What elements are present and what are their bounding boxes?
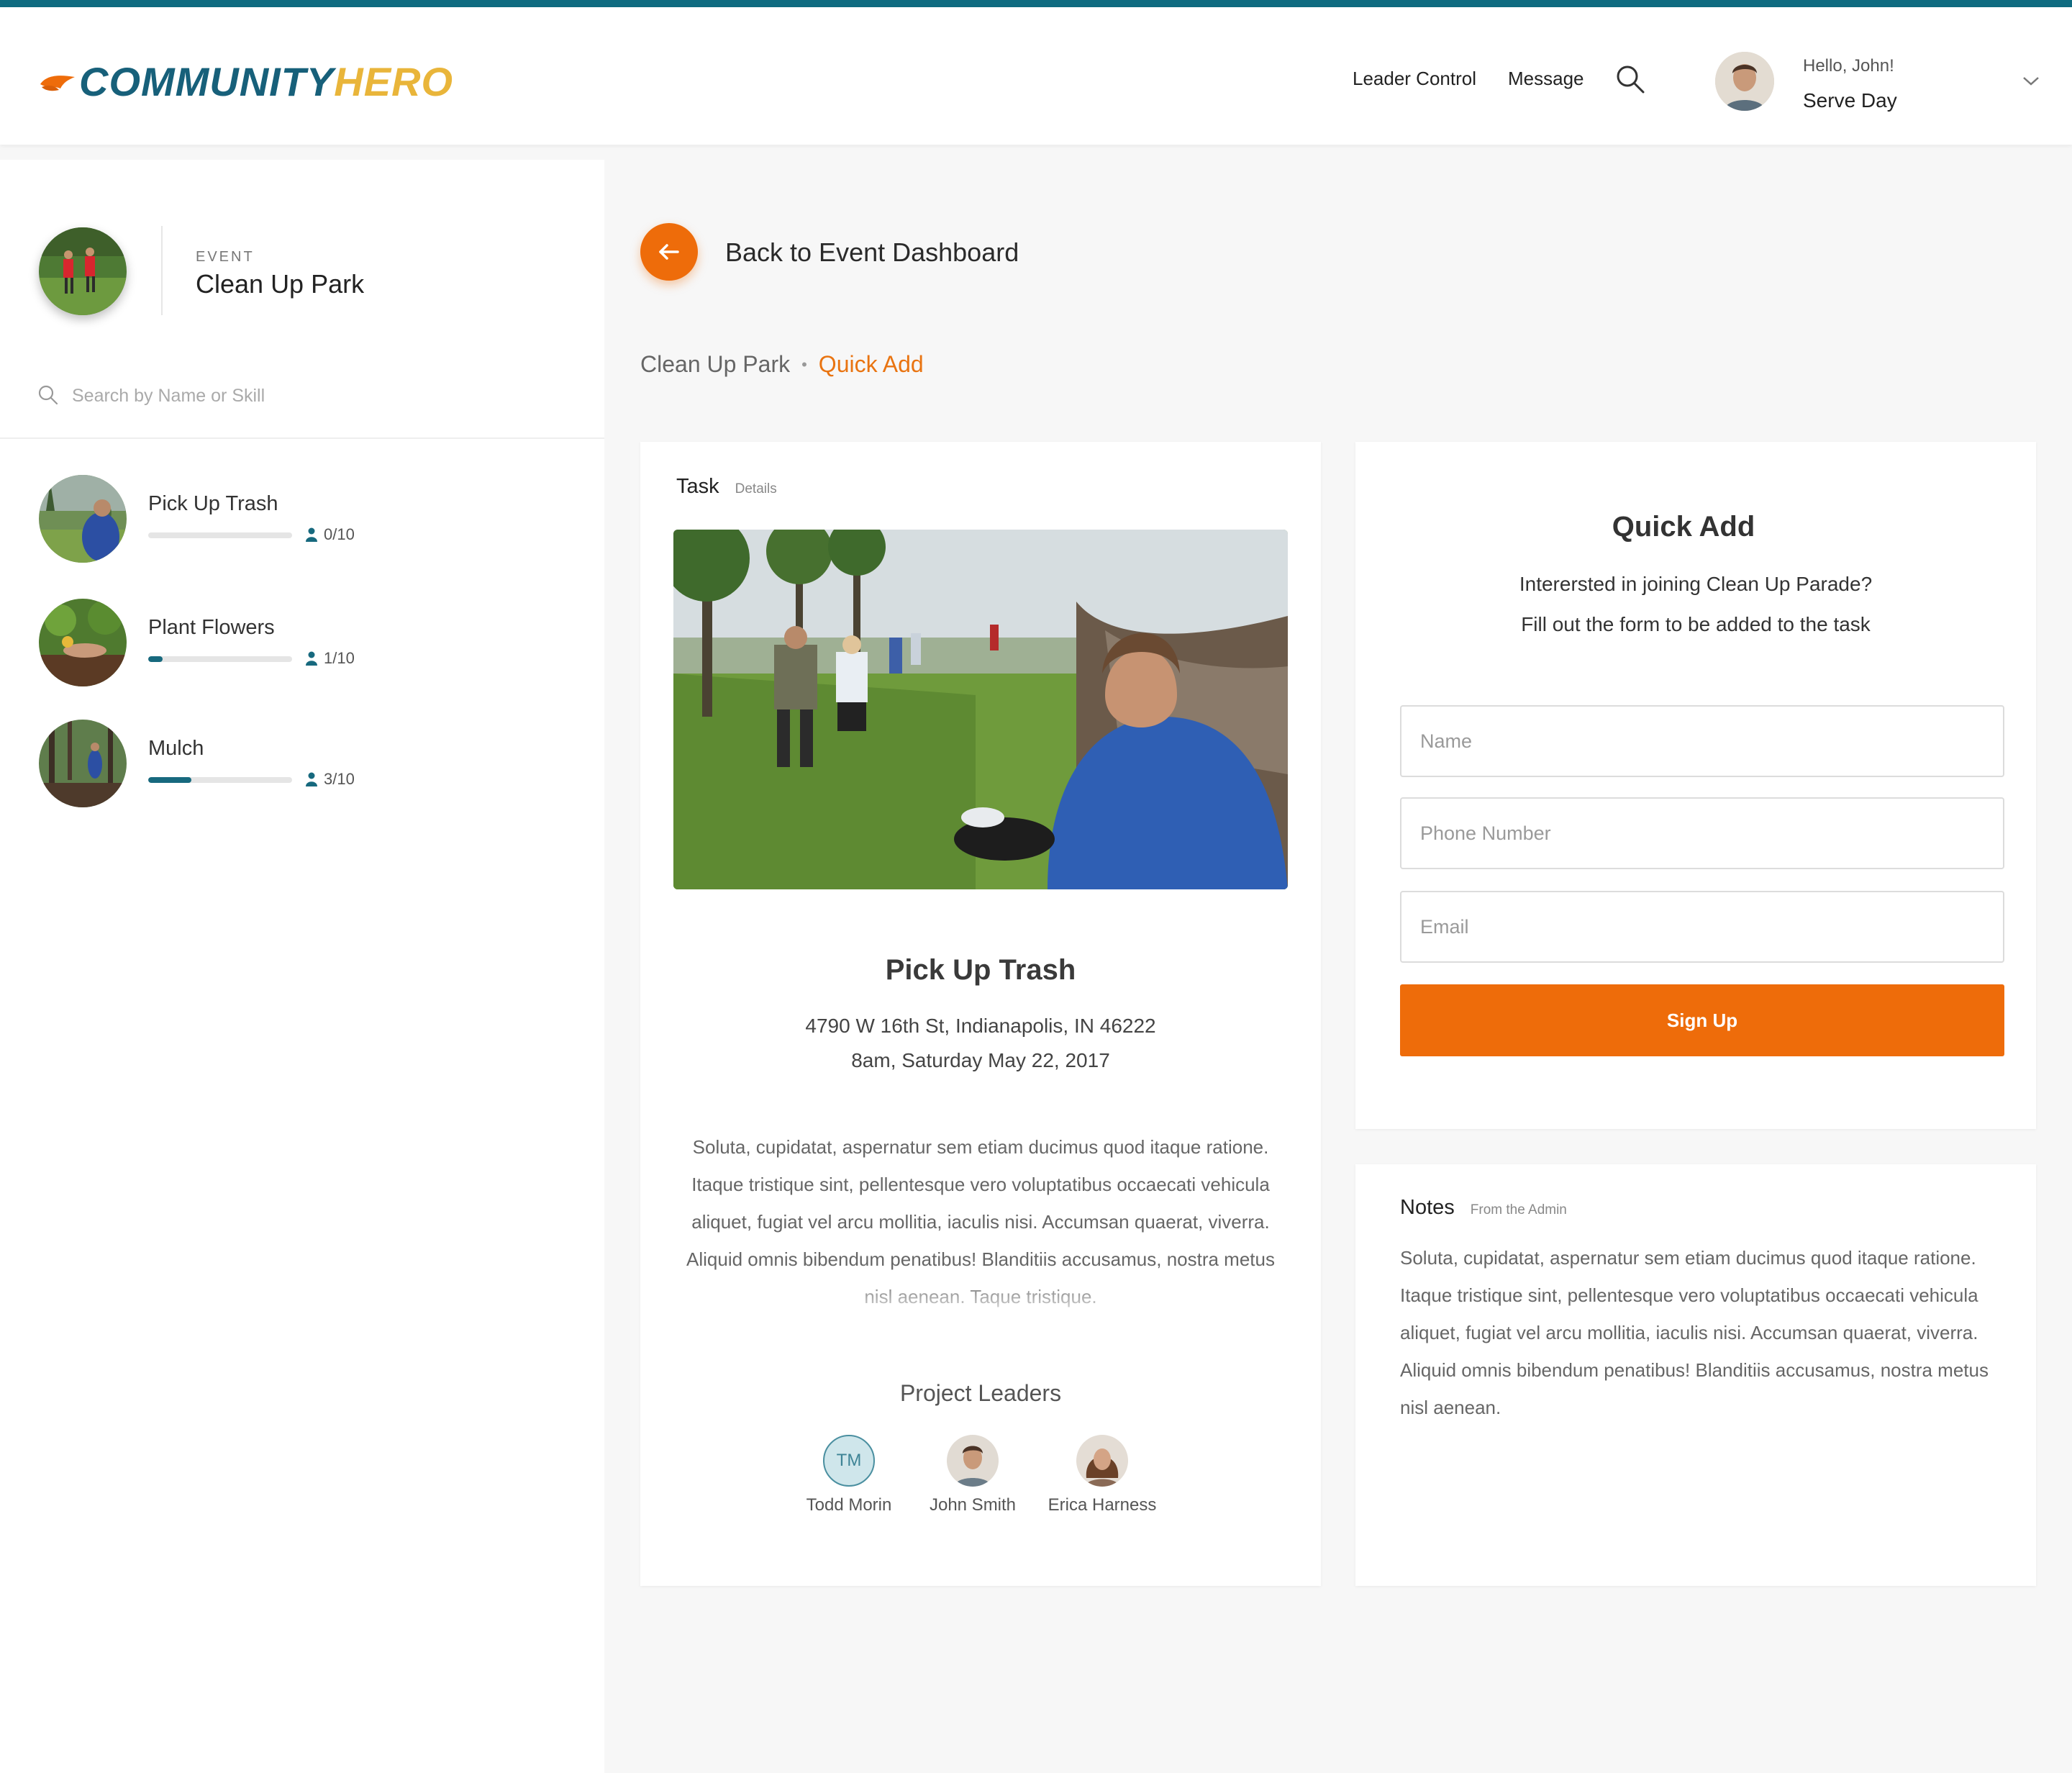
task-datetime: 8am, Saturday May 22, 2017 (851, 1049, 1110, 1071)
task-volunteer-count: 1/10 (305, 649, 355, 668)
leader-name: Todd Morin (806, 1495, 892, 1515)
task-title: Mulch (148, 737, 204, 760)
back-to-dashboard-link[interactable]: Back to Event Dashboard (725, 237, 1019, 268)
app-header: COMMUNITY HERO Leader Control Message Hel… (0, 7, 2072, 145)
arrow-left-icon (659, 244, 679, 260)
event-thumbnail (39, 227, 127, 315)
nav-leader-control[interactable]: Leader Control (1353, 68, 1476, 90)
task-thumbnail (39, 720, 127, 807)
task-thumbnail (39, 475, 127, 563)
task-details-card: Task Details Pick Up Trash 4790 W 16th S… (640, 442, 1321, 1586)
task-title: Plant Flowers (148, 616, 275, 639)
search-icon (38, 385, 58, 405)
task-thumbnail (39, 599, 127, 686)
phone-field[interactable] (1400, 797, 2004, 869)
cape-logo-icon (40, 76, 75, 91)
breadcrumb-separator: • (801, 355, 807, 373)
task-progress-bar (148, 656, 292, 662)
task-address: 4790 W 16th St, Indianapolis, IN 46222 (805, 1015, 1156, 1037)
sidebar-search-input[interactable] (72, 381, 561, 410)
person-icon (306, 772, 317, 786)
project-leaders-title: Project Leaders (899, 1380, 1062, 1406)
task-progress-fill (148, 656, 163, 662)
leader-name: John Smith (929, 1495, 1017, 1515)
task-card-title: Task (676, 475, 719, 498)
event-kicker: EVENT (196, 249, 255, 265)
logo[interactable]: COMMUNITY HERO (39, 56, 453, 106)
quick-add-prompt: Interersted in joining Clean Up Parade? (1519, 573, 1873, 595)
task-count-text: 0/10 (324, 525, 355, 543)
leader-name: Erica Harness (1048, 1495, 1157, 1515)
leader-john-smith[interactable]: John Smith (901, 1435, 1045, 1515)
leader-avatar (947, 1435, 999, 1487)
breadcrumb: Clean Up Park • Quick Add (640, 351, 924, 378)
task-volunteer-count: 3/10 (305, 770, 355, 789)
sidebar-task-pick-up-trash[interactable]: Pick Up Trash 0/10 (39, 475, 586, 564)
notes-body: Soluta, cupidatat, aspernatur sem etiam … (1400, 1247, 1989, 1418)
notes-header: Notes From the Admin (1400, 1196, 1567, 1220)
name-field[interactable] (1400, 705, 2004, 777)
sidebar-divider (0, 437, 604, 439)
description-fade (676, 1277, 1285, 1323)
person-icon (306, 651, 317, 666)
logo-text-hero: HERO (334, 58, 454, 104)
user-org: Serve Day (1803, 89, 1897, 112)
top-accent-bar (0, 0, 2072, 7)
task-photo (673, 530, 1288, 889)
back-button[interactable] (640, 223, 698, 281)
email-field[interactable] (1400, 891, 2004, 963)
notes-title: Notes (1400, 1196, 1455, 1219)
leader-avatar (1076, 1435, 1128, 1487)
task-title: Pick Up Trash (148, 492, 278, 515)
task-card-header: Task Details (676, 475, 777, 499)
event-divider (161, 226, 163, 315)
task-volunteer-count: 0/10 (305, 525, 355, 544)
sidebar-task-mulch[interactable]: Mulch 3/10 (39, 720, 586, 809)
nav-message[interactable]: Message (1508, 68, 1584, 90)
leader-initials-avatar: TM (823, 1435, 875, 1487)
notes-card: Notes From the Admin Soluta, cupidatat, … (1355, 1164, 2036, 1586)
user-avatar[interactable] (1715, 52, 1774, 111)
task-name: Pick Up Trash (885, 954, 1076, 986)
task-count-text: 1/10 (324, 649, 355, 667)
task-card-subtitle: Details (735, 481, 777, 496)
user-greeting: Hello, John! (1803, 56, 1894, 76)
person-icon (306, 527, 317, 542)
quick-add-instructions: Fill out the form to be added to the tas… (1521, 613, 1871, 635)
leader-erica-harness[interactable]: Erica Harness (1030, 1435, 1174, 1515)
quick-add-title: Quick Add (1612, 511, 1755, 543)
sidebar: EVENT Clean Up Park Pick Up Trash 0/10 (0, 160, 604, 1773)
sign-up-button[interactable]: Sign Up (1400, 984, 2004, 1056)
quick-add-card: Quick Add Interersted in joining Clean U… (1355, 442, 2036, 1129)
task-progress-bar (148, 532, 292, 538)
task-progress-bar (148, 777, 292, 783)
sidebar-task-plant-flowers[interactable]: Plant Flowers 1/10 (39, 599, 586, 688)
chevron-down-icon[interactable] (2022, 75, 2040, 88)
breadcrumb-current: Quick Add (818, 351, 924, 377)
task-progress-fill (148, 777, 191, 783)
sidebar-search (37, 381, 570, 410)
breadcrumb-parent[interactable]: Clean Up Park (640, 351, 790, 378)
logo-text-community: COMMUNITY (79, 58, 335, 104)
notes-subtitle: From the Admin (1470, 1202, 1567, 1217)
leader-todd-morin[interactable]: TM Todd Morin (777, 1435, 921, 1515)
task-count-text: 3/10 (324, 770, 355, 788)
search-icon[interactable] (1614, 63, 1646, 95)
event-name: Clean Up Park (196, 269, 365, 299)
